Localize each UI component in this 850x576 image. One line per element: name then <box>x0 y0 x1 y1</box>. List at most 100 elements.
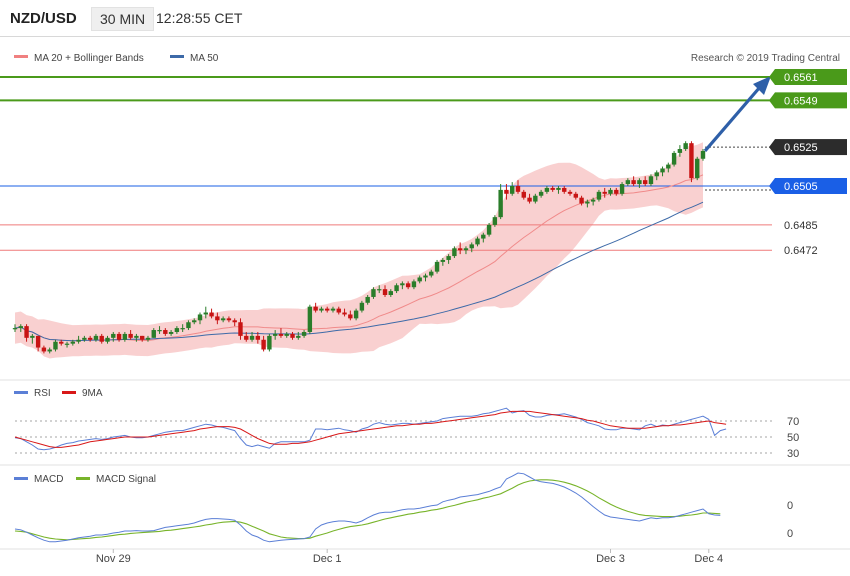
candle-body <box>290 333 295 338</box>
candle-body <box>590 199 596 202</box>
candle-body <box>24 326 29 338</box>
candle-body <box>336 308 341 313</box>
candle-body <box>284 333 289 336</box>
candle-body <box>677 149 683 153</box>
candle-body <box>689 143 694 179</box>
candle-body <box>486 224 492 235</box>
candle-body <box>330 308 336 311</box>
candle-body <box>371 289 376 297</box>
macd-legend-label: MACD <box>34 474 63 485</box>
candle-body <box>215 316 220 321</box>
x-tick-label: Dec 4 <box>694 553 723 565</box>
ma50-legend-swatch <box>170 55 184 58</box>
candle-body <box>481 234 486 239</box>
candle-body <box>417 277 422 282</box>
candle-body <box>168 331 174 334</box>
level-label: 0.6561 <box>784 72 818 84</box>
macd-signal-line <box>14 479 721 541</box>
candle-body <box>47 349 52 352</box>
ma50-legend-label: MA 50 <box>190 53 219 64</box>
candle-body <box>12 328 18 330</box>
candle-body <box>469 244 474 249</box>
candle-body <box>301 331 307 336</box>
candle-body <box>695 158 700 179</box>
rsi-legend-swatch <box>14 391 28 394</box>
candle-body <box>377 289 382 291</box>
candle-body <box>533 195 538 202</box>
signal-legend-label: MACD Signal <box>96 474 156 485</box>
candle-body <box>683 143 688 150</box>
candle-body <box>99 335 104 342</box>
candle-body <box>255 335 261 340</box>
candle-body <box>145 337 151 340</box>
level-label: 0.6525 <box>784 142 818 154</box>
candle-body <box>527 197 532 202</box>
candle-body <box>296 335 301 338</box>
level-badge-tip <box>769 178 775 194</box>
candle-body <box>637 180 642 185</box>
candle-body <box>244 335 249 340</box>
candle-body <box>70 341 76 344</box>
candle-body <box>567 191 573 194</box>
candle-body <box>59 341 64 344</box>
candle-body <box>400 283 405 286</box>
candle-body <box>261 339 266 350</box>
candle-body <box>139 335 145 340</box>
x-tick-label: Dec 1 <box>313 553 342 565</box>
candle-body <box>35 335 41 348</box>
candle-body <box>573 193 579 198</box>
candle-body <box>562 187 567 192</box>
candle-body <box>625 180 631 185</box>
candle-body <box>556 187 561 190</box>
candle-body <box>631 180 636 185</box>
candle-body <box>76 339 81 342</box>
level-lines <box>0 76 772 251</box>
candle-body <box>434 261 440 272</box>
candle-body <box>111 333 116 338</box>
credit-label: Research © 2019 Trading Central <box>691 53 840 64</box>
candle-body <box>498 189 503 218</box>
candle-body <box>319 308 324 311</box>
candle-body <box>53 341 58 350</box>
candle-body <box>157 330 162 332</box>
candle-body <box>475 238 480 245</box>
candle-body <box>278 333 284 336</box>
chart-canvas: MA 20 + Bollinger Bands MA 50 Research ©… <box>0 53 850 565</box>
signal-legend-swatch <box>76 477 90 480</box>
level-badge-tip <box>769 139 775 156</box>
candle-body <box>186 322 191 329</box>
candle-body <box>30 335 35 338</box>
x-axis: Nov 29 Dec 1 Dec 3 Dec 4 <box>96 549 723 565</box>
candle-body <box>342 312 347 315</box>
candle-body <box>267 335 272 350</box>
rsi-tick-label: 30 <box>787 448 799 460</box>
candle-body <box>203 312 208 315</box>
candle-body <box>18 326 23 329</box>
candle-body <box>544 187 550 192</box>
candle-body <box>596 191 602 200</box>
candle-body <box>521 191 526 198</box>
candle-body <box>457 248 463 251</box>
x-tick-label: Dec 3 <box>596 553 625 565</box>
candle-body <box>122 333 128 340</box>
level-label: 0.6485 <box>784 220 818 232</box>
candle-body <box>405 283 411 288</box>
candle-body <box>151 330 156 338</box>
candle-body <box>614 189 619 194</box>
candle-body <box>579 197 584 204</box>
rsi-ma-legend-swatch <box>62 391 76 394</box>
forecast-arrow-line <box>703 85 762 153</box>
candle-body <box>197 314 203 321</box>
candle-body <box>353 310 359 319</box>
candle-body <box>440 259 446 262</box>
level-label: 0.6472 <box>784 245 818 257</box>
candle-body <box>238 322 243 336</box>
candle-body <box>394 285 399 292</box>
candle-body <box>619 184 625 194</box>
candle-body <box>359 302 365 311</box>
candle-body <box>585 201 590 204</box>
candle-body <box>648 176 654 185</box>
candle-body <box>64 343 70 345</box>
candle-body <box>93 335 99 340</box>
candle-body <box>654 172 659 177</box>
